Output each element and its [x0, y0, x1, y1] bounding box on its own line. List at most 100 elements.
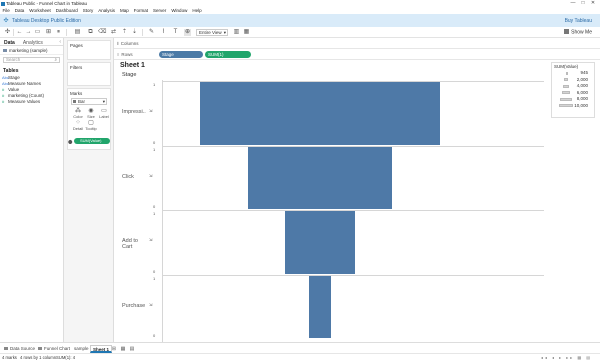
duplicate-sheet-icon[interactable]: ⧉ [87, 29, 94, 36]
presentation-mode-icon[interactable]: ▦ [243, 29, 250, 36]
filters-card[interactable]: Filters [67, 62, 111, 86]
tab-sample[interactable]: sample [72, 345, 91, 353]
pages-card[interactable]: Pages [67, 40, 111, 60]
maximize-button[interactable]: □ [578, 0, 588, 7]
pin-icon[interactable]: ⇲ [149, 173, 152, 178]
pin-icon[interactable]: ⇲ [149, 302, 152, 307]
menu-story[interactable]: Story [80, 7, 96, 14]
show-hide-cards-icon[interactable]: ▥ [233, 29, 240, 36]
swap-rows-columns-icon[interactable]: ⇄ [110, 29, 117, 36]
axis-tick-label-top: 1 [153, 211, 156, 216]
redo-icon[interactable]: → [25, 29, 32, 36]
detail-button[interactable]: ⁘ Detail [72, 120, 84, 131]
menu-format[interactable]: Format [131, 7, 150, 14]
sheet-nav-buttons[interactable]: ◂◂ ◂ ▸ ▸▸ ▦ ▤ [541, 355, 592, 360]
legend-item-label: 945 [580, 70, 588, 75]
save-icon[interactable]: ▭ [34, 29, 41, 36]
legend-size-swatch [559, 104, 573, 107]
field-label: Measure Values [8, 99, 41, 104]
legend-item[interactable]: 10,000 [552, 103, 594, 110]
pin-icon[interactable]: ⇲ [149, 237, 152, 242]
menu-dashboard[interactable]: Dashboard [53, 7, 80, 14]
tab-data[interactable]: Data [0, 38, 19, 46]
menu-server[interactable]: Server [151, 7, 169, 14]
columns-shelf[interactable]: ⦀ Columns [114, 38, 600, 49]
mark-type-select[interactable]: Bar ▾ [71, 98, 107, 105]
new-data-source-icon[interactable]: ⊞ [45, 29, 52, 36]
group-members-icon[interactable]: ⌇ [160, 29, 167, 36]
menu-worksheet[interactable]: Worksheet [27, 7, 53, 14]
measure-icon: # [2, 93, 5, 98]
menu-analysis[interactable]: Analysis [96, 7, 118, 14]
tableau-logo-icon: ✣ [3, 17, 9, 24]
tab-data-source[interactable]: Data Source [2, 345, 37, 353]
undo-icon[interactable]: ← [16, 29, 23, 36]
rows-label-text: Rows [121, 52, 133, 57]
minimize-pane-icon[interactable]: ‹ [59, 39, 61, 45]
axis-tick-label-top: 1 [153, 275, 156, 281]
show-me-label: Show Me [571, 29, 592, 36]
fix-axes-icon[interactable]: ⊕ [184, 29, 191, 36]
axis-tick-label-top: 1 [153, 82, 156, 87]
menu-data[interactable]: Data [12, 7, 27, 14]
legend-size-swatch [565, 71, 568, 75]
rows-shelf[interactable]: ≡ Rows Stage SUM(1) [114, 49, 600, 60]
tab-label: Data Source [10, 346, 36, 351]
pause-updates-icon[interactable]: ⏸ [55, 29, 62, 36]
rows-pill-sum-1[interactable]: SUM(1) [205, 51, 251, 58]
stage-row-label[interactable]: Impressi.. [122, 109, 148, 115]
funnel-bar[interactable] [200, 82, 440, 145]
search-placeholder: Search [6, 57, 21, 62]
field-search-input[interactable]: Search ⌕ [3, 57, 60, 63]
marks-card-title: Marks [70, 91, 83, 96]
tab-sheet-1[interactable]: Sheet 1 [90, 345, 113, 353]
clear-sheet-icon[interactable]: ⌫ [98, 29, 106, 36]
highlight-icon[interactable]: ✎ [148, 29, 155, 36]
stage-row-label[interactable]: Add to Cart [122, 238, 148, 250]
menu-map[interactable]: Map [118, 7, 132, 14]
funnel-bar[interactable] [248, 146, 392, 209]
rows-pill-stage[interactable]: Stage [159, 51, 203, 58]
label-button[interactable]: ▭ Label [98, 108, 110, 119]
minimize-button[interactable]: — [568, 0, 578, 7]
new-dashboard-icon[interactable]: ▦ [120, 346, 126, 352]
data-source-item[interactable]: marketing (sample) [0, 46, 63, 55]
buy-tableau-link[interactable]: Buy Tableau [565, 18, 592, 24]
new-worksheet-icon[interactable]: ⊞ [111, 346, 117, 352]
tableau-home-icon[interactable]: ✣ [4, 29, 11, 36]
legend-item-label: 8,000 [576, 96, 588, 101]
stage-row-label[interactable]: Click [122, 174, 148, 180]
axis-tick-label-bottom: 0 [153, 139, 156, 145]
menu-help[interactable]: Help [190, 7, 204, 14]
sort-ascending-icon[interactable]: ⇡ [121, 29, 128, 36]
show-me-button[interactable]: Show Me [564, 29, 592, 37]
measure-icon: # [2, 87, 5, 92]
close-button[interactable]: ✕ [588, 0, 598, 7]
color-button[interactable]: ⁂ Color [72, 108, 84, 119]
columns-shelf-label: ⦀ Columns [117, 41, 139, 46]
new-worksheet-icon[interactable]: ▤ [74, 29, 81, 36]
funnel-bar[interactable] [308, 275, 332, 338]
size-button[interactable]: ◉ Size [85, 108, 97, 119]
stage-row-label[interactable]: Purchase [122, 303, 148, 309]
tab-analytics[interactable]: Analytics [19, 38, 47, 46]
pin-icon[interactable]: ⇲ [149, 108, 152, 113]
worksheet-tab-icon [38, 347, 42, 350]
size-legend: SUM(Value) 945 2,000 4,000 6,000 8,000 10,000 [551, 62, 595, 118]
legend-size-swatch [562, 84, 570, 88]
sort-descending-icon[interactable]: ⇣ [131, 29, 138, 36]
edition-banner: ✣ Tableau Desktop Public Edition Buy Tab… [0, 14, 600, 27]
menu-file[interactable]: File [0, 7, 12, 14]
size-pill-sum-value[interactable]: SUM(Value) [74, 138, 110, 144]
new-story-icon[interactable]: ▤ [129, 346, 135, 352]
tab-funnel-chart[interactable]: Funnel Chart [36, 345, 72, 353]
tooltip-button[interactable]: ▢ Tooltip [85, 120, 97, 131]
menu-window[interactable]: Window [169, 7, 190, 14]
view-size-select[interactable]: Entire View ▾ [196, 29, 228, 36]
show-mark-labels-icon[interactable]: T [172, 29, 179, 36]
sheet-title: Sheet 1 [120, 62, 145, 69]
edition-label: Tableau Desktop Public Edition [12, 18, 81, 24]
field-measure-values[interactable]: # Measure Values [0, 99, 63, 105]
funnel-bar[interactable] [285, 211, 355, 274]
search-icon: ⌕ [54, 57, 57, 62]
